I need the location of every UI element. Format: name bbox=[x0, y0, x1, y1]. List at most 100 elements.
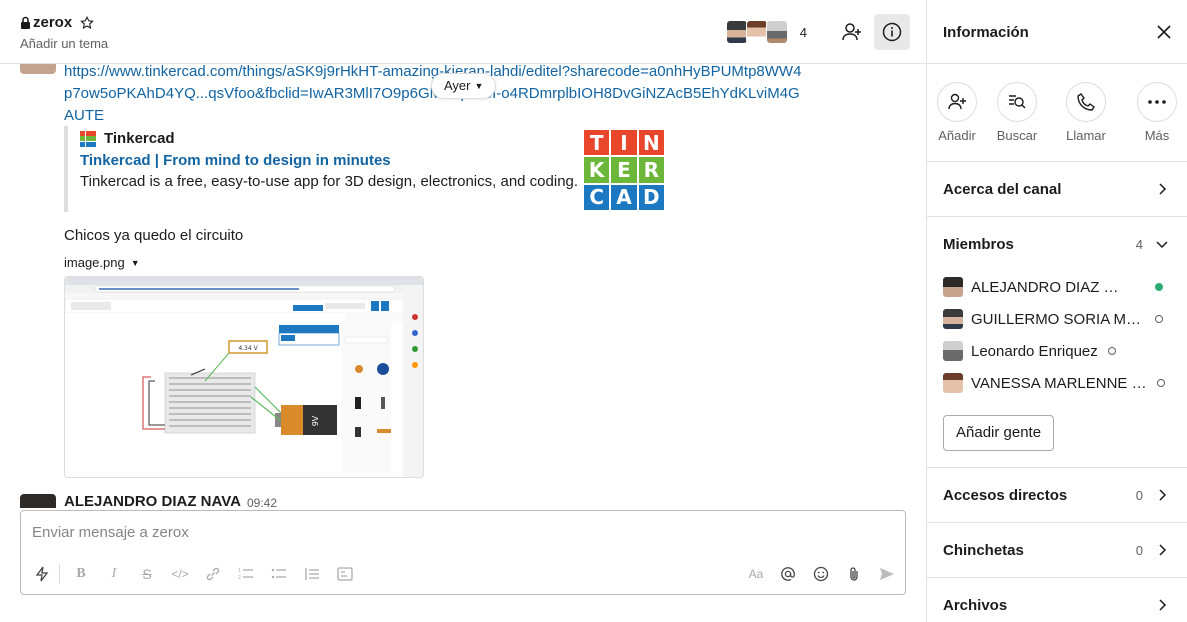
logo-tile: E bbox=[611, 157, 637, 183]
shortcuts-section[interactable]: Accesos directos 0 bbox=[927, 468, 1187, 523]
pins-section[interactable]: Chinchetas 0 bbox=[927, 523, 1187, 578]
quote-icon[interactable] bbox=[299, 560, 325, 588]
message-timestamp[interactable]: 09:42 bbox=[247, 496, 277, 508]
code-block-icon[interactable] bbox=[332, 560, 358, 588]
member-item[interactable]: ALEJANDRO DIAZ NAVA bbox=[943, 276, 1173, 298]
image-attachment[interactable]: 4.34 V 9V bbox=[64, 276, 424, 478]
link-icon[interactable] bbox=[200, 560, 226, 588]
member-item[interactable]: Leonardo Enriquez bbox=[943, 340, 1173, 362]
avatar bbox=[765, 20, 788, 44]
channel-title-button[interactable]: zerox bbox=[20, 14, 95, 31]
logo-tile: A bbox=[611, 184, 637, 210]
section-label[interactable]: Miembros bbox=[943, 236, 1014, 253]
channel-view: zerox Añadir un tema 4 https://www.tinke… bbox=[0, 0, 926, 622]
send-icon[interactable] bbox=[874, 560, 900, 588]
add-member-button[interactable] bbox=[834, 14, 870, 50]
channel-details-panel: Información Añadir Buscar Llamar Más Ace… bbox=[926, 0, 1187, 622]
lightning-icon[interactable] bbox=[29, 560, 55, 588]
info-icon bbox=[882, 22, 902, 42]
file-name-button[interactable]: image.png ▼ bbox=[64, 255, 140, 270]
logo-tile: R bbox=[638, 157, 664, 183]
logo-tile: I bbox=[611, 130, 637, 156]
about-channel-section[interactable]: Acerca del canal bbox=[927, 162, 1187, 217]
chevron-right-icon bbox=[1159, 183, 1167, 195]
action-label: Llamar bbox=[1066, 128, 1106, 143]
date-divider-button[interactable]: Ayer ▼ bbox=[431, 73, 497, 99]
action-label: Buscar bbox=[996, 128, 1038, 143]
message-composer: Enviar mensaje a zerox B I S </> 12 Aa bbox=[20, 510, 906, 595]
panel-actions: Añadir Buscar Llamar Más bbox=[927, 64, 1187, 162]
members-count: 4 bbox=[1135, 237, 1143, 252]
bold-icon[interactable]: B bbox=[68, 560, 94, 588]
composer-toolbar: B I S </> 12 Aa bbox=[21, 560, 905, 588]
mention-icon[interactable] bbox=[775, 560, 801, 588]
channel-name: zerox bbox=[33, 14, 73, 31]
unfurl-site-name: Tinkercad bbox=[104, 130, 175, 147]
close-button[interactable] bbox=[1152, 20, 1176, 44]
presence-online-icon bbox=[1155, 283, 1163, 291]
member-item[interactable]: GUILLERMO SORIA MARTINEZ bbox=[943, 308, 1173, 330]
avatar bbox=[725, 20, 748, 44]
section-label: Archivos bbox=[943, 597, 1008, 614]
battery-label: 9V bbox=[311, 415, 320, 426]
call-action-button[interactable]: Llamar bbox=[1056, 82, 1116, 143]
chevron-down-icon: ▼ bbox=[474, 81, 484, 91]
avatar bbox=[943, 277, 963, 297]
shortcuts-count: 0 bbox=[1135, 488, 1143, 503]
chevron-right-icon bbox=[1159, 489, 1167, 501]
logo-tile: D bbox=[638, 184, 664, 210]
member-name: ALEJANDRO DIAZ NAVA bbox=[971, 278, 1121, 296]
italic-icon[interactable]: I bbox=[101, 560, 127, 588]
add-action-button[interactable]: Añadir bbox=[927, 82, 987, 143]
member-avatars-button[interactable]: 4 bbox=[723, 17, 830, 47]
format-icon[interactable]: Aa bbox=[743, 560, 769, 588]
add-people-button[interactable]: Añadir gente bbox=[943, 415, 1055, 451]
tinkercad-logo[interactable]: TIN KER CAD bbox=[584, 130, 664, 210]
tinkercad-screenshot-image: 4.34 V 9V bbox=[65, 277, 423, 477]
action-label: Más bbox=[1144, 128, 1170, 143]
lock-icon bbox=[21, 16, 30, 29]
panel-title: Información bbox=[943, 24, 1029, 41]
avatar bbox=[943, 373, 963, 393]
attach-icon[interactable] bbox=[841, 560, 867, 588]
voltage-reading: 4.34 V bbox=[238, 345, 258, 352]
avatar[interactable] bbox=[20, 64, 56, 74]
author-name[interactable]: ALEJANDRO DIAZ NAVA bbox=[64, 493, 241, 508]
presence-away-icon bbox=[1107, 347, 1116, 355]
emoji-icon[interactable] bbox=[808, 560, 834, 588]
link-unfurl: Tinkercad Tinkercad | From mind to desig… bbox=[64, 126, 684, 212]
details-button[interactable] bbox=[874, 14, 910, 50]
member-count: 4 bbox=[799, 24, 807, 40]
avatar[interactable] bbox=[20, 494, 56, 508]
presence-away-icon bbox=[1157, 379, 1165, 387]
tinkercad-favicon-icon bbox=[80, 130, 96, 147]
message-text: Chicos ya quedo el circuito bbox=[64, 227, 244, 244]
code-icon[interactable]: </> bbox=[167, 560, 193, 588]
more-action-button[interactable]: Más bbox=[1127, 82, 1187, 143]
toolbar-divider bbox=[59, 564, 60, 584]
strike-icon[interactable]: S bbox=[134, 560, 160, 588]
action-label: Añadir bbox=[938, 128, 976, 143]
message-link[interactable]: https://www.tinkercad.com/things/aSK9j9r… bbox=[64, 64, 804, 127]
panel-header: Información bbox=[927, 0, 1187, 64]
member-name: VANESSA MARLENNE RAMIREZ bbox=[971, 374, 1147, 392]
message-input[interactable]: Enviar mensaje a zerox bbox=[32, 524, 189, 541]
files-section[interactable]: Archivos bbox=[927, 578, 1187, 622]
file-name: image.png bbox=[64, 255, 125, 270]
logo-tile: T bbox=[584, 130, 610, 156]
bullet-list-icon[interactable] bbox=[266, 560, 292, 588]
avatar bbox=[943, 309, 963, 329]
more-icon bbox=[1137, 82, 1177, 122]
member-name: Leonardo Enriquez bbox=[971, 342, 1098, 360]
ordered-list-icon[interactable]: 12 bbox=[233, 560, 259, 588]
presence-away-icon bbox=[1155, 315, 1163, 323]
star-icon[interactable] bbox=[80, 15, 95, 30]
logo-tile: K bbox=[584, 157, 610, 183]
channel-topic[interactable]: Añadir un tema bbox=[20, 36, 108, 51]
chevron-down-icon[interactable] bbox=[1156, 238, 1168, 250]
search-action-button[interactable]: Buscar bbox=[987, 82, 1047, 143]
member-name: GUILLERMO SORIA MARTINEZ bbox=[971, 310, 1145, 328]
member-item[interactable]: VANESSA MARLENNE RAMIREZ bbox=[943, 372, 1173, 394]
add-person-icon bbox=[842, 23, 861, 41]
pins-count: 0 bbox=[1135, 543, 1143, 558]
